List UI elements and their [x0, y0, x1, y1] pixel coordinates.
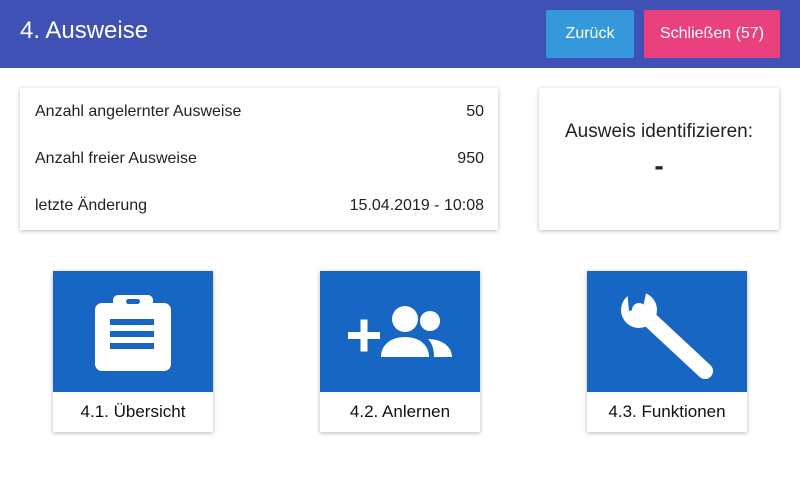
card-info-panel: Anzahl angelernter Ausweise 50 Anzahl fr… — [20, 88, 498, 230]
app-header: 4. Ausweise Zurück Schließen (57) — [0, 0, 800, 68]
tile-functions[interactable]: 4.3. Funktionen — [587, 271, 747, 432]
identify-value: - — [654, 150, 664, 181]
info-value: 950 — [457, 150, 484, 167]
card-identify: Ausweis identifizieren: - — [539, 88, 779, 230]
info-row-last-change: letzte Änderung 15.04.2019 - 10:08 — [35, 196, 484, 216]
page-title: 4. Ausweise — [20, 17, 149, 44]
wrench-icon — [621, 289, 713, 379]
tile-icon-area — [53, 271, 213, 392]
info-label: letzte Änderung — [35, 197, 148, 214]
info-value: 15.04.2019 - 10:08 — [349, 197, 484, 214]
tile-icon-area — [320, 271, 480, 392]
info-value: 50 — [466, 103, 484, 120]
identify-title: Ausweis identifizieren: — [565, 121, 753, 142]
tile-icon-area — [587, 271, 747, 392]
info-row-learned: Anzahl angelernter Ausweise 50 — [35, 102, 484, 122]
tile-learn[interactable]: 4.2. Anlernen — [320, 271, 480, 432]
close-button[interactable]: Schließen (57) — [644, 10, 780, 58]
back-button[interactable]: Zurück — [546, 10, 634, 58]
info-row-free: Anzahl freier Ausweise 950 — [35, 149, 484, 169]
tile-overview[interactable]: 4.1. Übersicht — [53, 271, 213, 432]
add-group-icon — [348, 306, 452, 357]
clipboard-icon — [95, 295, 171, 371]
tile-label: 4.2. Anlernen — [349, 402, 451, 421]
tile-label: 4.1. Übersicht — [80, 402, 186, 421]
info-label: Anzahl angelernter Ausweise — [35, 103, 242, 120]
info-label: Anzahl freier Ausweise — [35, 150, 197, 167]
tile-label: 4.3. Funktionen — [608, 402, 726, 421]
